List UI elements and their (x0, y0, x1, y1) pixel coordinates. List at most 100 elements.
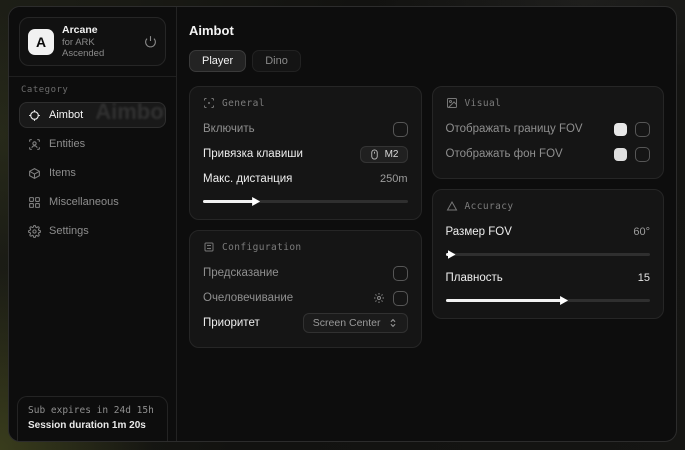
sidebar-item-label: Settings (49, 225, 89, 237)
prediction-row: Предсказание (203, 262, 408, 284)
triangle-icon (446, 200, 458, 212)
sidebar-item-miscellaneous[interactable]: Miscellaneous (19, 189, 166, 215)
sub-expires-text: Sub expires in 24d 15h (28, 405, 157, 416)
power-icon[interactable] (144, 35, 157, 48)
prediction-checkbox[interactable] (393, 266, 408, 281)
tab-player[interactable]: Player (189, 50, 246, 72)
fov-background-row: Отображать фон FOV (446, 143, 651, 165)
fov-background-checkbox[interactable] (635, 147, 650, 162)
brand-card: A Arcane for ARK Ascended (19, 17, 166, 66)
smoothness-slider[interactable] (446, 295, 651, 305)
slider-track (446, 253, 651, 256)
brand-text: Arcane for ARK Ascended (62, 24, 136, 59)
fov-size-slider[interactable] (446, 249, 651, 259)
session-duration-text: Session duration 1m 20s (28, 420, 157, 431)
category-label: Category (21, 85, 164, 95)
configuration-card-header: Configuration (203, 241, 408, 253)
max-distance-slider[interactable] (203, 196, 408, 206)
sidebar-item-entities[interactable]: Entities (19, 131, 166, 157)
enable-label: Включить (203, 123, 255, 135)
visual-card-title: Visual (465, 98, 502, 109)
keybind-row: Привязка клавиши M2 (203, 143, 408, 165)
right-column: Visual Отображать границу FOV Отображать… (432, 86, 665, 319)
sidebar-item-settings[interactable]: Settings (19, 218, 166, 244)
sidebar-item-label: Items (49, 167, 76, 179)
max-distance-value: 250m (380, 173, 408, 185)
slider-thumb[interactable] (448, 250, 456, 259)
prediction-label: Предсказание (203, 267, 279, 279)
app-logo: A (28, 29, 54, 55)
page-title: Aimbot (189, 23, 664, 38)
priority-row: Приоритет Screen Center (203, 312, 408, 334)
accuracy-card-header: Accuracy (446, 200, 651, 212)
app-subtitle: for ARK Ascended (62, 37, 136, 59)
image-icon (446, 97, 458, 109)
box-icon (28, 167, 41, 180)
fov-background-label: Отображать фон FOV (446, 148, 563, 160)
grid-icon (28, 196, 41, 209)
configuration-card-title: Configuration (222, 242, 302, 253)
general-card-title: General (222, 98, 265, 109)
visual-card-header: Visual (446, 97, 651, 109)
enable-row: Включить (203, 118, 408, 140)
humanization-settings-gear-icon[interactable] (373, 292, 385, 304)
priority-value: Screen Center (313, 317, 381, 329)
slider-thumb[interactable] (560, 296, 568, 305)
fov-border-row: Отображать границу FOV (446, 118, 651, 140)
sidebar-item-label: Entities (49, 138, 85, 150)
slider-fill (203, 200, 254, 203)
crosshair-icon (28, 109, 41, 122)
tab-dino[interactable]: Dino (252, 50, 301, 72)
sidebar: A Arcane for ARK Ascended Category Aim (9, 7, 177, 441)
sliders-icon (203, 241, 215, 253)
fov-border-label: Отображать границу FOV (446, 123, 583, 135)
enable-checkbox[interactable] (393, 122, 408, 137)
left-column: General Включить Привязка клавиши (189, 86, 422, 348)
max-distance-label: Макс. дистанция (203, 173, 292, 185)
smoothness-row: Плавность 15 (446, 267, 651, 289)
mouse-icon (369, 149, 380, 160)
fov-size-value: 60° (633, 226, 650, 238)
general-card: General Включить Привязка клавиши (189, 86, 422, 220)
keybind-button[interactable]: M2 (360, 146, 408, 163)
sidebar-item-label: Miscellaneous (49, 196, 119, 208)
priority-label: Приоритет (203, 317, 260, 329)
priority-dropdown[interactable]: Screen Center (303, 313, 408, 333)
smoothness-label: Плавность (446, 272, 503, 284)
app-name: Arcane (62, 24, 136, 36)
accuracy-card: Accuracy Размер FOV 60° Плавность 15 (432, 189, 665, 319)
humanization-label: Очеловечивание (203, 292, 293, 304)
accuracy-card-title: Accuracy (465, 201, 514, 212)
humanization-row: Очеловечивание (203, 287, 408, 309)
fov-size-label: Размер FOV (446, 226, 512, 238)
tab-bar: Player Dino (189, 50, 664, 72)
keybind-label: Привязка клавиши (203, 148, 303, 160)
entities-icon (28, 138, 41, 151)
fov-background-color-swatch[interactable] (614, 148, 627, 161)
sidebar-item-aimbot[interactable]: Aimbot Aimbot (19, 102, 166, 128)
visual-card: Visual Отображать границу FOV Отображать… (432, 86, 665, 179)
scan-icon (203, 97, 215, 109)
card-columns: General Включить Привязка клавиши (189, 86, 664, 348)
sidebar-item-ghost-label: Aimbot (95, 102, 166, 125)
subscription-info: Sub expires in 24d 15h Session duration … (17, 396, 168, 441)
keybind-value: M2 (385, 149, 399, 160)
general-card-header: General (203, 97, 408, 109)
slider-thumb[interactable] (252, 197, 260, 206)
gear-icon (28, 225, 41, 238)
app-window: A Arcane for ARK Ascended Category Aim (8, 6, 677, 442)
configuration-card: Configuration Предсказание Очеловечивани… (189, 230, 422, 348)
max-distance-row: Макс. дистанция 250m (203, 168, 408, 190)
sidebar-divider (9, 76, 176, 77)
caret-sort-icon (388, 318, 398, 328)
fov-border-color-swatch[interactable] (614, 123, 627, 136)
smoothness-value: 15 (638, 272, 650, 284)
humanization-checkbox[interactable] (393, 291, 408, 306)
main-content: Aimbot Player Dino General (177, 7, 676, 441)
fov-border-checkbox[interactable] (635, 122, 650, 137)
sidebar-item-label: Aimbot (49, 109, 83, 121)
slider-fill (446, 299, 563, 302)
sidebar-item-items[interactable]: Items (19, 160, 166, 186)
sidebar-nav: Aimbot Aimbot Entities Items (19, 102, 166, 244)
fov-size-row: Размер FOV 60° (446, 221, 651, 243)
